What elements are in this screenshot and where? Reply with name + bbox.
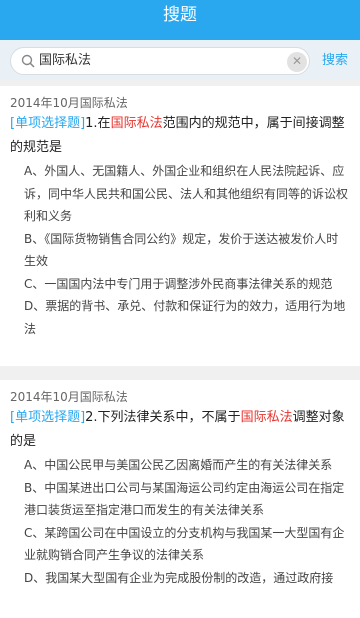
question-type-tag: [单项选择题] bbox=[10, 410, 86, 425]
question-stem: [单项选择题]2.下列法律关系中，不属于国际私法调整对象的是 bbox=[10, 406, 350, 454]
stem-text-pre: 1.在 bbox=[85, 116, 111, 131]
question-source: 2014年10月国际私法 bbox=[10, 96, 128, 110]
question-card[interactable]: 2014年10月国际私法 [单项选择题]1.在国际私法范围内的规范中，属于间接调… bbox=[0, 86, 360, 366]
question-stem: [单项选择题]1.在国际私法范围内的规范中，属于间接调整的规范是 bbox=[10, 112, 350, 160]
option-a: A、外国人、无国籍人、外国企业和组织在人民法院起诉、应诉，同中华人民共和国公民、… bbox=[24, 164, 349, 223]
option-d: D、我国某大型国有企业为完成股份制的改造，通过政府接 bbox=[24, 570, 334, 585]
option-b: B、《国际货物销售合同公约》规定，发价于送达被发价人时生效 bbox=[24, 231, 339, 269]
stem-keyword: 国际私法 bbox=[110, 116, 163, 131]
stem-keyword: 国际私法 bbox=[240, 410, 293, 425]
search-input[interactable]: 国际私法 ✕ bbox=[10, 47, 310, 75]
option-a: A、中国公民甲与美国公民乙因离婚而产生的有关法律关系 bbox=[24, 458, 333, 472]
search-query-text: 国际私法 bbox=[39, 53, 92, 68]
option-b: B、中国某进出口公司与某国海运公司约定由海运公司在指定港口装货运至指定港口而发生… bbox=[24, 480, 345, 518]
question-card[interactable]: 2014年10月国际私法 [单项选择题]2.下列法律关系中，不属于国际私法调整对… bbox=[0, 380, 360, 618]
clear-icon[interactable]: ✕ bbox=[287, 52, 307, 72]
option-c: C、一国国内法中专门用于调整涉外民商事法律关系的规范 bbox=[24, 276, 333, 291]
search-bar: 国际私法 ✕ 搜索 bbox=[0, 40, 360, 80]
question-type-tag: [单项选择题] bbox=[10, 116, 86, 131]
app-header: 搜题 bbox=[0, 0, 360, 40]
question-source: 2014年10月国际私法 bbox=[10, 390, 128, 404]
search-button[interactable]: 搜索 bbox=[322, 52, 348, 70]
page-title: 搜题 bbox=[163, 5, 197, 25]
option-d: D、票据的背书、承兑、付款和保证行为的效力，适用行为地法 bbox=[24, 299, 346, 336]
option-c: C、某跨国公司在中国设立的分支机构与我国某一大型国有企业就购销合同产生争议的法律… bbox=[24, 525, 345, 563]
stem-text-pre: 2.下列法律关系中，不属于 bbox=[85, 410, 241, 425]
search-icon bbox=[21, 54, 35, 68]
